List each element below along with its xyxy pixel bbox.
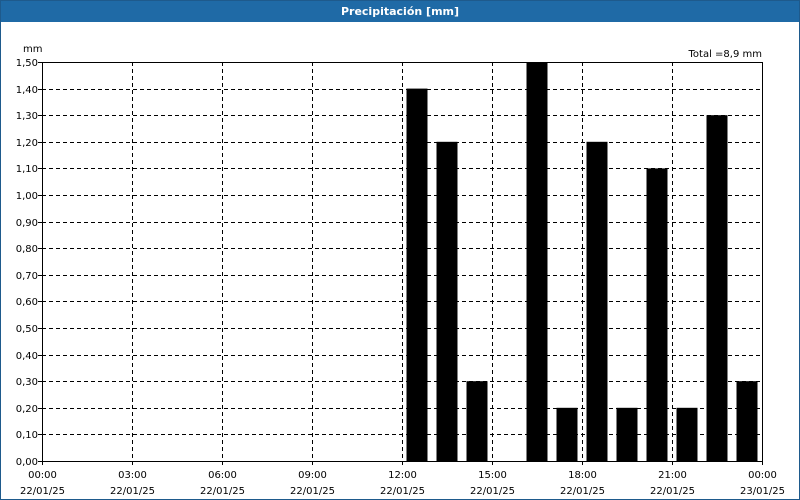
y-tick-label: 1,30	[16, 111, 38, 122]
precipitation-bar	[706, 115, 728, 461]
precipitation-bar	[646, 168, 668, 461]
x-tick-time-label: 06:00	[208, 470, 237, 481]
y-tick-label: 1,40	[16, 85, 38, 96]
x-tick-date-label: 22/01/25	[380, 486, 425, 497]
y-axis-ticks: 0,00 0,10 0,20 0,30 0,40 0,50 0,60 0,70 0,80 0,90…	[16, 58, 42, 468]
x-tick-date-label: 23/01/25	[740, 486, 785, 497]
y-tick-label: 0,60	[16, 297, 38, 308]
x-tick-date-label: 22/01/25	[650, 486, 695, 497]
precipitation-bar	[436, 141, 458, 462]
y-tick-label: 1,10	[16, 164, 38, 175]
y-tick-label: 0,20	[16, 404, 38, 415]
y-tick-label: 1,00	[16, 191, 38, 202]
x-axis-ticks: 00:00 22/01/25 03:00 22/01/25 06:00 22/01/25 0…	[20, 461, 785, 497]
y-tick-label: 0,10	[16, 430, 38, 441]
x-tick-time-label: 12:00	[388, 470, 417, 481]
x-tick-date-label: 22/01/25	[20, 486, 65, 497]
precipitation-bar	[406, 88, 428, 461]
x-tick-time-label: 09:00	[298, 470, 327, 481]
precipitation-bar	[586, 141, 608, 462]
y-tick-label: 0,90	[16, 218, 38, 229]
precipitation-chart: 0,00 0,10 0,20 0,30 0,40 0,50 0,60 0,70 0,80 0,90…	[16, 44, 785, 497]
x-tick-time-label: 15:00	[478, 470, 507, 481]
precipitation-bar	[676, 407, 698, 461]
x-tick-date-label: 22/01/25	[200, 486, 245, 497]
x-tick-date-label: 22/01/25	[560, 486, 605, 497]
chart-window: Precipitación [mm] 0,00 0,10 0,20 0,30 0,40 0…	[0, 0, 800, 500]
y-tick-label: 0,70	[16, 271, 38, 282]
precipitation-bar	[556, 407, 578, 461]
x-tick-date-label: 22/01/25	[110, 486, 155, 497]
x-tick-date-label: 22/01/25	[290, 486, 335, 497]
y-tick-label: 0,40	[16, 351, 38, 362]
precipitation-bar	[616, 407, 638, 461]
x-tick-time-label: 03:00	[118, 470, 147, 481]
chart-title: Precipitación [mm]	[1, 1, 799, 22]
y-tick-label: 0,00	[16, 457, 38, 468]
x-tick-time-label: 00:00	[748, 470, 777, 481]
x-tick-time-label: 21:00	[658, 470, 687, 481]
precipitation-bar	[526, 62, 548, 461]
y-tick-label: 1,20	[16, 138, 38, 149]
x-tick-time-label: 18:00	[568, 470, 597, 481]
precipitation-bar	[466, 381, 488, 461]
x-tick-time-label: 00:00	[28, 470, 57, 481]
y-tick-label: 0,50	[16, 324, 38, 335]
y-tick-label: 0,30	[16, 377, 38, 388]
precipitation-bar	[736, 381, 758, 461]
total-label: Total =8,9 mm	[688, 49, 762, 60]
y-tick-label: 0,80	[16, 244, 38, 255]
y-axis-label: mm	[23, 44, 42, 55]
y-tick-label: 1,50	[16, 58, 38, 69]
x-tick-date-label: 22/01/25	[470, 486, 515, 497]
